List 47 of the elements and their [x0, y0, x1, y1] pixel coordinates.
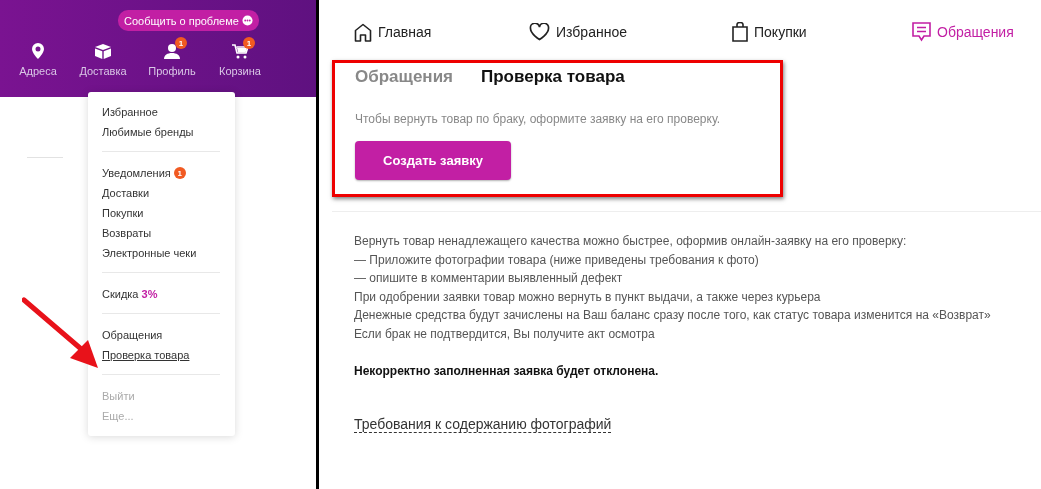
home-icon [354, 22, 372, 42]
top-nav-item[interactable]: Избранное [529, 23, 732, 41]
heart-icon [529, 23, 550, 41]
header-nav-item[interactable]: Доставка [72, 37, 134, 77]
top-nav-item[interactable]: Обращения [912, 22, 1014, 42]
header-nav-item[interactable]: Адреса [8, 37, 68, 77]
info-line: — Приложите фотографии товара (ниже приведены требования к фото) [354, 251, 760, 269]
info-line: Если брак не подтвердится, Вы получите акт осмотра [354, 325, 656, 343]
person-icon [164, 44, 180, 59]
menu-item[interactable]: Любимые бренды [102, 126, 194, 138]
shopping-bag-icon [732, 22, 748, 42]
box-icon [95, 44, 111, 59]
info-line: Денежные средства будут зачислены на Ваш баланс сразу после того, как статус товара изменится на «Возврат» [354, 307, 992, 324]
menu-item[interactable]: Возвраты [102, 227, 152, 239]
menu-item[interactable]: Скидка 3% [102, 288, 158, 300]
requirements-link[interactable]: Требования к содержанию фотографий [354, 416, 612, 433]
tab[interactable]: Обращения [355, 67, 453, 87]
menu-item[interactable]: Покупки [102, 207, 144, 219]
intro-text: Чтобы вернуть товар по браку, оформите заявку на его проверку. [355, 112, 722, 126]
count-badge: 1 [173, 167, 186, 179]
menu-item[interactable]: Проверка товара [102, 349, 190, 361]
top-nav-item[interactable]: Покупки [732, 22, 912, 42]
info-line: При одобрении заявки товар можно вернуть в пункт выдачи, а также через курьера [354, 288, 822, 306]
header-nav-label: Профиль [148, 65, 196, 77]
count-badge: 1 [175, 37, 187, 49]
message-icon [912, 22, 931, 42]
menu-item[interactable]: Электронные чеки [102, 247, 197, 259]
menu-item[interactable]: Избранное [102, 106, 158, 118]
tab[interactable]: Проверка товара [481, 67, 625, 87]
info-line: Вернуть товар ненадлежащего качества можно быстрее, оформив онлайн-заявку на его проверку: [354, 233, 908, 250]
header-nav-label: Доставка [79, 65, 127, 77]
menu-item[interactable]: Уведомления [102, 167, 171, 179]
menu-item[interactable]: Доставки [102, 187, 150, 199]
warning-text: Некорректно заполненная заявка будет отклонена. [353, 363, 660, 378]
header-nav-label: Корзина [219, 65, 261, 77]
chat-icon [241, 15, 253, 26]
create-request-button[interactable]: Создать заявку [355, 141, 511, 180]
header-nav-item[interactable]: 1 Корзина [210, 37, 270, 77]
report-problem-button[interactable]: Сообщить о проблеме [118, 10, 259, 31]
menu-item[interactable]: Обращения [102, 329, 163, 341]
header-nav-item[interactable]: 1 Профиль [142, 37, 202, 77]
count-badge: 1 [243, 37, 255, 49]
header-nav-label: Адреса [19, 65, 57, 77]
cart-icon [232, 44, 248, 59]
info-line: — опишите в комментарии выявленный дефект [354, 270, 624, 287]
location-pin-icon [32, 43, 44, 59]
top-nav-item[interactable]: Главная [354, 22, 529, 42]
